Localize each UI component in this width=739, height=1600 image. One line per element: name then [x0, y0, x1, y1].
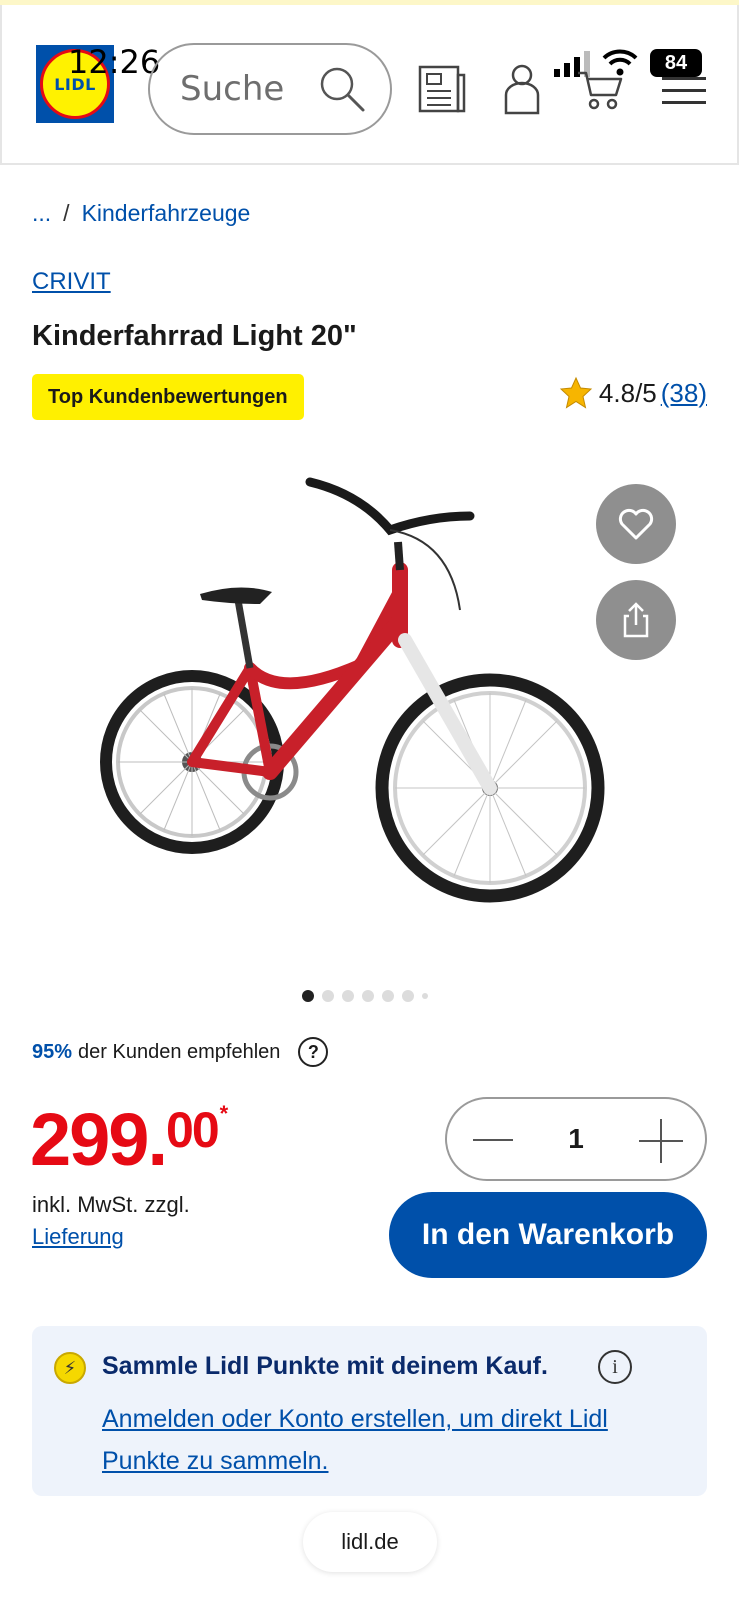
- add-to-cart-button[interactable]: In den Warenkorb: [389, 1192, 707, 1278]
- star-icon: [559, 376, 593, 409]
- carousel-dot[interactable]: [322, 990, 334, 1002]
- rating-value: 4.8/5: [598, 377, 657, 408]
- search-placeholder: Suche: [180, 69, 285, 109]
- status-time: 12:26: [68, 43, 161, 81]
- browser-url-bar[interactable]: lidl.de: [303, 1512, 437, 1572]
- wishlist-button[interactable]: [596, 484, 676, 564]
- points-login-link[interactable]: Anmelden oder Konto erstellen, um direkt…: [102, 1398, 692, 1482]
- recommend-text: der Kunden empfehlen: [78, 1040, 281, 1063]
- share-button[interactable]: [596, 580, 676, 660]
- carousel-dot[interactable]: [402, 990, 414, 1002]
- price-cents: 00: [166, 1102, 220, 1158]
- search-input[interactable]: Suche: [148, 43, 392, 135]
- lidl-points-coin-icon: ⚡: [54, 1352, 86, 1384]
- heart-icon: [618, 508, 654, 540]
- quantity-stepper: 1: [445, 1097, 707, 1181]
- search-icon[interactable]: [316, 63, 368, 115]
- battery-indicator: 84: [650, 49, 702, 77]
- prospekt-icon[interactable]: [416, 61, 468, 117]
- carousel-dot[interactable]: [302, 990, 314, 1002]
- breadcrumb-category[interactable]: Kinderfahrzeuge: [82, 200, 251, 226]
- quantity-increase-button[interactable]: [639, 1119, 683, 1163]
- cart-icon[interactable]: [576, 69, 624, 111]
- product-image-bicycle[interactable]: [100, 470, 630, 930]
- brand-link[interactable]: CRIVIT: [32, 268, 111, 296]
- product-title: Kinderfahrrad Light 20": [32, 320, 357, 352]
- menu-icon[interactable]: [662, 77, 706, 107]
- carousel-dot[interactable]: [422, 993, 428, 999]
- image-carousel-dots[interactable]: [302, 990, 428, 1002]
- breadcrumb-ellipsis[interactable]: ...: [32, 200, 51, 226]
- points-heading: Sammle Lidl Punkte mit deinem Kauf.: [102, 1352, 548, 1380]
- product-rating[interactable]: 4.8/5 (38): [559, 376, 707, 410]
- site-header: LIDL 12:26 Suche 84: [0, 5, 739, 165]
- delivery-link[interactable]: Lieferung: [32, 1224, 124, 1250]
- account-icon[interactable]: [496, 61, 548, 117]
- help-icon[interactable]: ?: [298, 1037, 329, 1067]
- tax-note: inkl. MwSt. zzgl.: [32, 1192, 190, 1217]
- breadcrumb: ... / Kinderfahrzeuge: [32, 200, 250, 227]
- review-count-link[interactable]: (38): [661, 378, 707, 409]
- price-main: 299.: [30, 1098, 168, 1181]
- top-rating-badge: Top Kundenbewertungen: [32, 374, 304, 420]
- price: 299. 00 *: [30, 1098, 228, 1181]
- recommend-percent: 95%: [32, 1040, 73, 1063]
- breadcrumb-separator: /: [63, 200, 70, 226]
- carousel-dot[interactable]: [382, 990, 394, 1002]
- info-icon[interactable]: i: [598, 1350, 632, 1384]
- recommendation-stat: 95% der Kunden empfehlen ?: [32, 1037, 329, 1067]
- lidl-points-box: ⚡ Sammle Lidl Punkte mit deinem Kauf. i …: [32, 1326, 707, 1496]
- carousel-dot[interactable]: [342, 990, 354, 1002]
- carousel-dot[interactable]: [362, 990, 374, 1002]
- price-asterisk: *: [219, 1101, 228, 1126]
- share-icon: [623, 602, 649, 638]
